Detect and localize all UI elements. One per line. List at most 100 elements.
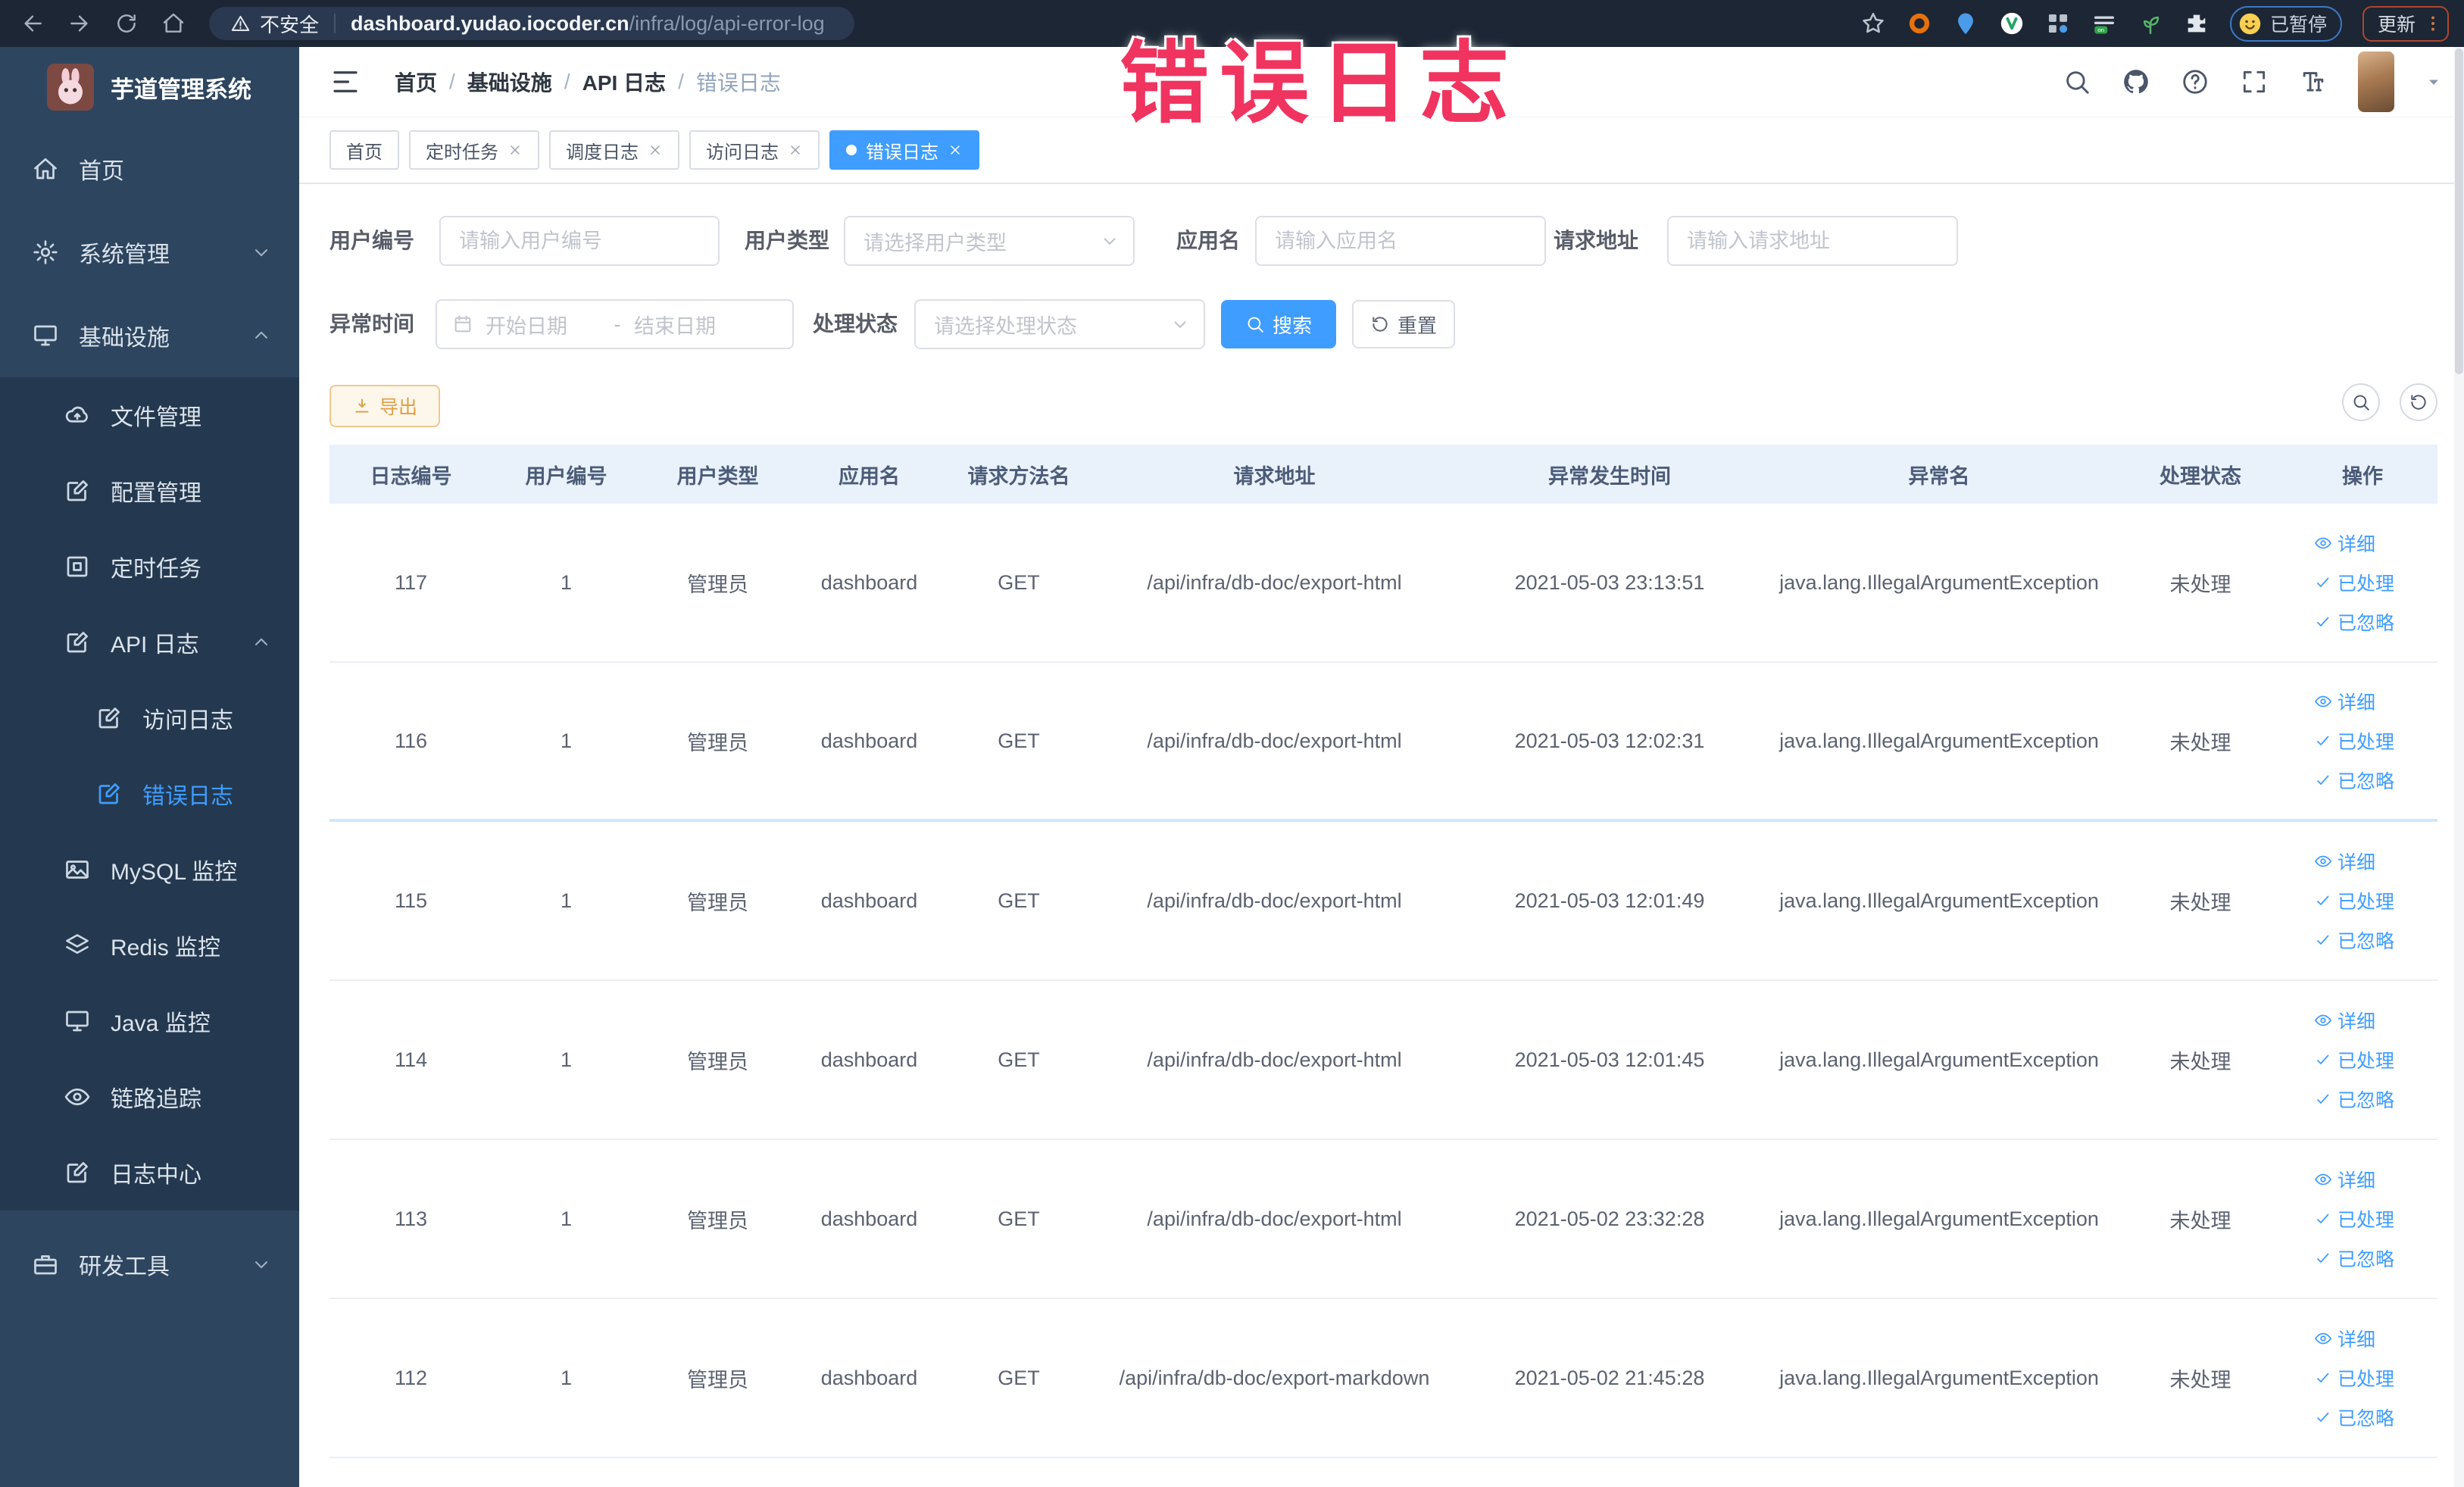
menu-item-label: 首页 xyxy=(79,159,124,184)
action-ignored-link[interactable]: 已忽略 xyxy=(2314,608,2411,636)
docs-help-icon[interactable] xyxy=(2181,67,2209,96)
ring-icon[interactable] xyxy=(1907,11,1932,36)
scrollbar[interactable] xyxy=(2454,47,2464,1487)
refresh-icon xyxy=(1370,314,1390,334)
update-label: 更新 xyxy=(2377,14,2416,36)
close-icon[interactable] xyxy=(507,142,523,158)
sidebar-menu-item[interactable]: Redis 监控 xyxy=(0,908,299,983)
action-detail-link[interactable]: 详细 xyxy=(2314,1325,2411,1352)
home-button[interactable] xyxy=(159,9,188,38)
action-processed-link[interactable]: 已处理 xyxy=(2314,887,2411,914)
sidebar-menu-item[interactable]: 访问日志 xyxy=(0,680,299,756)
lineson-icon[interactable]: on xyxy=(2091,11,2117,36)
action-ignored-link[interactable]: 已忽略 xyxy=(2314,1404,2411,1431)
action-detail-link[interactable]: 详细 xyxy=(2314,848,2411,875)
action-processed-link[interactable]: 已处理 xyxy=(2314,1205,2411,1232)
process-status-select[interactable]: 请选择处理状态 xyxy=(914,299,1205,349)
fold-menu-icon[interactable] xyxy=(329,66,361,98)
action-processed-link[interactable]: 已处理 xyxy=(2314,1364,2411,1392)
tag-tab[interactable]: 定时任务 xyxy=(409,130,539,170)
action-detail-link[interactable]: 详细 xyxy=(2314,530,2411,557)
user-type-select[interactable]: 请选择用户类型 xyxy=(844,216,1135,266)
close-icon[interactable] xyxy=(948,142,963,158)
sidebar-menu-item[interactable]: 研发工具 xyxy=(0,1223,299,1306)
scrollbar-thumb[interactable] xyxy=(2455,48,2463,374)
request-url-input[interactable] xyxy=(1667,216,1958,266)
app-logo[interactable]: 芋道管理系统 xyxy=(0,47,299,127)
address-bar[interactable]: 不安全 dashboard.yudao.iocoder.cn/infra/log… xyxy=(209,7,854,40)
cell-time: 2021-05-03 23:13:51 xyxy=(1514,570,1705,594)
user-id-input[interactable] xyxy=(439,216,720,266)
action-processed-link[interactable]: 已处理 xyxy=(2314,1046,2411,1073)
action-ignored-link[interactable]: 已忽略 xyxy=(2314,1245,2411,1272)
date-range-picker[interactable]: 开始日期 - 结束日期 xyxy=(436,299,794,349)
back-button[interactable] xyxy=(18,9,47,38)
star-icon[interactable] xyxy=(1860,11,1886,36)
menu-item-label: 日志中心 xyxy=(111,1163,201,1188)
action-ignored-link[interactable]: 已忽略 xyxy=(2314,767,2411,794)
export-button[interactable]: 导出 xyxy=(329,385,440,427)
sidebar-menu-item[interactable]: 链路追踪 xyxy=(0,1059,299,1135)
chevron-down-icon xyxy=(1100,231,1120,251)
vcircle-icon[interactable] xyxy=(1999,11,2025,36)
check-icon xyxy=(2314,613,2332,631)
sidebar-menu-item[interactable]: 配置管理 xyxy=(0,453,299,529)
sidebar-menu-item[interactable]: 系统管理 xyxy=(0,211,299,294)
caret-down-icon[interactable] xyxy=(2425,73,2443,91)
breadcrumb-item[interactable]: 首页 xyxy=(395,67,437,97)
griddots-icon[interactable] xyxy=(2045,11,2071,36)
reload-button[interactable] xyxy=(112,9,141,38)
tag-tab[interactable]: 错误日志 xyxy=(829,130,979,170)
sidebar-menu-item[interactable]: Java 监控 xyxy=(0,983,299,1059)
puzzle-icon[interactable] xyxy=(2184,11,2209,36)
cell-status: 未处理 xyxy=(2169,891,2231,914)
table-header-cell: 操作 xyxy=(2342,464,2383,488)
action-detail-link[interactable]: 详细 xyxy=(2314,688,2411,715)
font-size-icon[interactable] xyxy=(2299,67,2328,96)
browser-profile[interactable]: 已暂停 xyxy=(2229,5,2342,42)
action-ignored-link[interactable]: 已忽略 xyxy=(2314,926,2411,954)
action-label: 详细 xyxy=(2338,534,2376,555)
sidebar-menu-item[interactable]: 定时任务 xyxy=(0,529,299,604)
reset-button[interactable]: 重置 xyxy=(1352,300,1455,348)
tag-tab[interactable]: 首页 xyxy=(329,130,399,170)
sidebar-menu-item[interactable]: API 日志 xyxy=(0,604,299,680)
breadcrumb-item[interactable]: 基础设施 xyxy=(467,67,552,97)
sprout-icon[interactable] xyxy=(2138,11,2163,36)
cell-method: GET xyxy=(998,1366,1040,1389)
action-processed-link[interactable]: 已处理 xyxy=(2314,569,2411,596)
fullscreen-icon[interactable] xyxy=(2240,67,2269,96)
toggle-search-button[interactable] xyxy=(2342,383,2380,421)
check-icon xyxy=(2314,892,2332,910)
kebab-menu-icon[interactable] xyxy=(2423,14,2443,33)
breadcrumb-item[interactable]: API 日志 xyxy=(582,67,666,97)
tag-tab[interactable]: 访问日志 xyxy=(689,130,820,170)
search-button[interactable]: 搜索 xyxy=(1221,300,1336,348)
sidebar-menu-item[interactable]: 文件管理 xyxy=(0,377,299,453)
pin-icon[interactable] xyxy=(1953,11,1978,36)
tag-tab[interactable]: 调度日志 xyxy=(549,130,679,170)
sidebar-menu-item[interactable]: 日志中心 xyxy=(0,1135,299,1211)
gear-icon xyxy=(32,239,59,266)
cell-exception: java.lang.IllegalArgumentException xyxy=(1779,889,2099,912)
refresh-table-button[interactable] xyxy=(2400,383,2437,421)
action-detail-link[interactable]: 详细 xyxy=(2314,1166,2411,1193)
github-icon[interactable] xyxy=(2122,67,2150,96)
cell-user-id: 1 xyxy=(560,570,573,594)
action-ignored-link[interactable]: 已忽略 xyxy=(2314,1086,2411,1113)
user-avatar[interactable] xyxy=(2358,52,2394,112)
forward-button[interactable] xyxy=(65,9,94,38)
close-icon[interactable] xyxy=(648,142,663,158)
sidebar-menu-item[interactable]: 首页 xyxy=(0,127,299,211)
close-icon[interactable] xyxy=(788,142,803,158)
action-detail-link[interactable]: 详细 xyxy=(2314,1007,2411,1034)
tab-label: 访问日志 xyxy=(706,142,779,163)
browser-update-button[interactable]: 更新 xyxy=(2362,5,2449,42)
sidebar-menu-item[interactable]: MySQL 监控 xyxy=(0,832,299,908)
app-name-input[interactable] xyxy=(1255,216,1546,266)
action-label: 详细 xyxy=(2338,852,2376,873)
sidebar-menu-item[interactable]: 基础设施 xyxy=(0,294,299,377)
action-processed-link[interactable]: 已处理 xyxy=(2314,727,2411,754)
search-icon[interactable] xyxy=(2063,67,2091,96)
sidebar-menu-item[interactable]: 错误日志 xyxy=(0,756,299,832)
